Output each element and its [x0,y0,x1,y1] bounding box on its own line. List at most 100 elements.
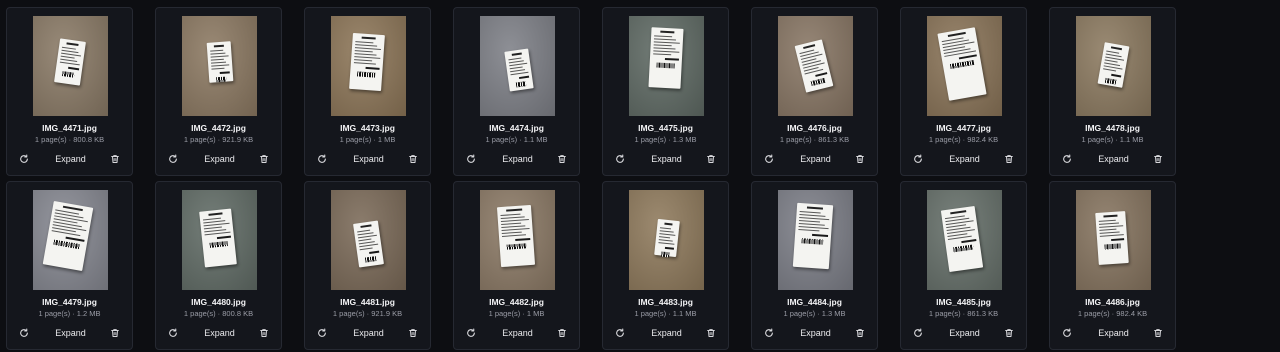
rotate-icon[interactable] [762,152,776,166]
trash-icon[interactable] [853,152,867,166]
expand-button[interactable]: Expand [1083,151,1144,167]
card-actions: Expand [901,151,1026,167]
receipt-thumbnail[interactable] [331,190,406,290]
barcode [364,256,377,263]
trash-icon[interactable] [108,152,122,166]
file-name: IMG_4481.jpg [340,297,395,307]
expand-button[interactable]: Expand [934,325,995,341]
trash-icon[interactable] [1002,326,1016,340]
receipt-thumbnail[interactable] [1076,16,1151,116]
card-actions: Expand [603,151,728,167]
receipt-image [1097,42,1130,88]
trash-icon[interactable] [555,326,569,340]
receipt-image [496,204,536,268]
rotate-icon[interactable] [17,152,31,166]
receipt-total [665,246,675,250]
receipt-line [51,230,81,237]
receipt-line [501,222,521,226]
barcode [61,71,75,78]
expand-button[interactable]: Expand [189,151,250,167]
trash-icon[interactable] [555,152,569,166]
receipt-header [802,44,816,50]
expand-button[interactable]: Expand [487,325,548,341]
receipt-line [1099,228,1117,231]
expand-button[interactable]: Expand [1083,325,1144,341]
rotate-icon[interactable] [1060,326,1074,340]
rotate-icon[interactable] [464,326,478,340]
receipt-thumbnail[interactable] [629,16,704,116]
barcode [1104,77,1117,85]
rotate-icon[interactable] [1060,152,1074,166]
receipt-thumbnail[interactable] [182,16,257,116]
file-name: IMG_4474.jpg [489,123,544,133]
receipt-image [504,48,534,92]
receipt-thumbnail[interactable] [480,190,555,290]
trash-icon[interactable] [1151,326,1165,340]
receipt-line [510,71,529,76]
rotate-icon[interactable] [762,326,776,340]
barcode [1104,243,1121,250]
receipt-header [63,205,83,212]
receipt-line [210,58,224,61]
card-actions: Expand [752,325,877,341]
receipt-header [950,210,967,215]
trash-icon[interactable] [1002,152,1016,166]
rotate-icon[interactable] [613,326,627,340]
receipt-thumbnail[interactable] [927,16,1002,116]
trash-icon[interactable] [257,326,271,340]
expand-button[interactable]: Expand [636,151,697,167]
expand-button[interactable]: Expand [338,151,399,167]
rotate-icon[interactable] [315,326,329,340]
file-card: IMG_4471.jpg 1 page(s) · 800.8 KB Expand [6,7,133,176]
rotate-icon[interactable] [17,326,31,340]
expand-button[interactable]: Expand [934,151,995,167]
trash-icon[interactable] [1151,152,1165,166]
receipt-image [199,208,237,268]
receipt-image [353,220,384,268]
file-card: IMG_4473.jpg 1 page(s) · 1 MB Expand [304,7,431,176]
receipt-thumbnail[interactable] [33,16,108,116]
rotate-icon[interactable] [166,326,180,340]
rotate-icon[interactable] [315,152,329,166]
expand-button[interactable]: Expand [785,325,846,341]
rotate-icon[interactable] [911,326,925,340]
receipt-thumbnail[interactable] [778,16,853,116]
receipt-thumbnail[interactable] [33,190,108,290]
expand-button[interactable]: Expand [636,325,697,341]
expand-button[interactable]: Expand [338,325,399,341]
receipt-line [500,213,521,217]
rotate-icon[interactable] [464,152,478,166]
receipt-header [66,42,79,46]
receipt-thumbnail[interactable] [778,190,853,290]
rotate-icon[interactable] [166,152,180,166]
trash-icon[interactable] [257,152,271,166]
trash-icon[interactable] [406,326,420,340]
trash-icon[interactable] [406,152,420,166]
trash-icon[interactable] [704,152,718,166]
expand-button[interactable]: Expand [40,151,101,167]
receipt-thumbnail[interactable] [182,190,257,290]
expand-button[interactable]: Expand [487,151,548,167]
expand-button[interactable]: Expand [40,325,101,341]
expand-button[interactable]: Expand [785,151,846,167]
receipt-line [653,53,672,56]
receipt-image [648,27,684,89]
receipt-thumbnail[interactable] [927,190,1002,290]
receipt-thumbnail[interactable] [480,16,555,116]
receipt-thumbnail[interactable] [629,190,704,290]
receipt-thumbnail[interactable] [1076,190,1151,290]
receipt-thumbnail[interactable] [331,16,406,116]
barcode [949,59,975,70]
file-card: IMG_4486.jpg 1 page(s) · 982.4 KB Expand [1049,181,1176,350]
receipt-line [359,247,373,251]
trash-icon[interactable] [853,326,867,340]
trash-icon[interactable] [108,326,122,340]
trash-icon[interactable] [704,326,718,340]
expand-button[interactable]: Expand [189,325,250,341]
rotate-icon[interactable] [613,152,627,166]
barcode [356,71,376,78]
rotate-icon[interactable] [911,152,925,166]
file-meta: 1 page(s) · 921.9 KB [183,135,254,144]
file-meta: 1 page(s) · 1 MB [339,135,396,144]
receipt-image [1095,211,1129,265]
